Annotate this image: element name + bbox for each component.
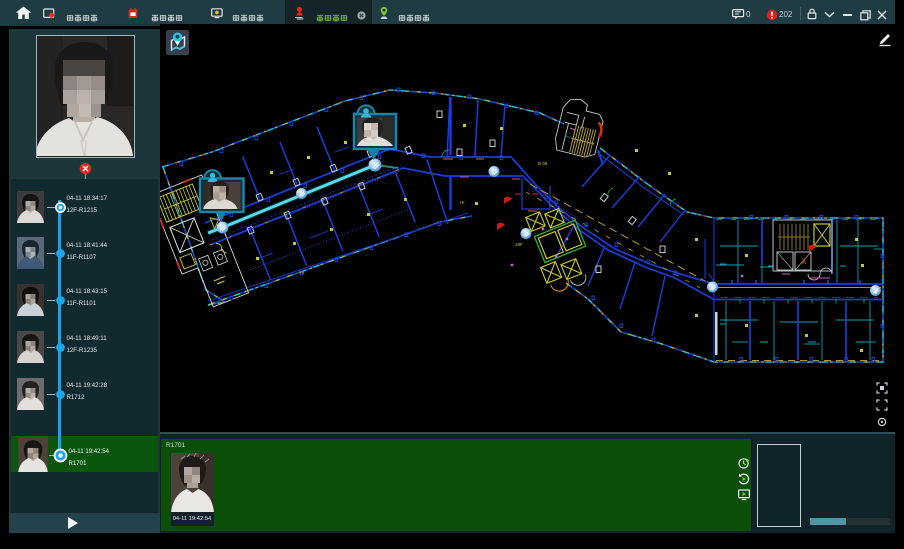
svg-text:18F: 18F bbox=[515, 242, 523, 247]
svg-text:B 09: B 09 bbox=[538, 161, 548, 166]
svg-text:HI: HI bbox=[460, 200, 465, 205]
svg-text:HI: HI bbox=[300, 270, 305, 275]
